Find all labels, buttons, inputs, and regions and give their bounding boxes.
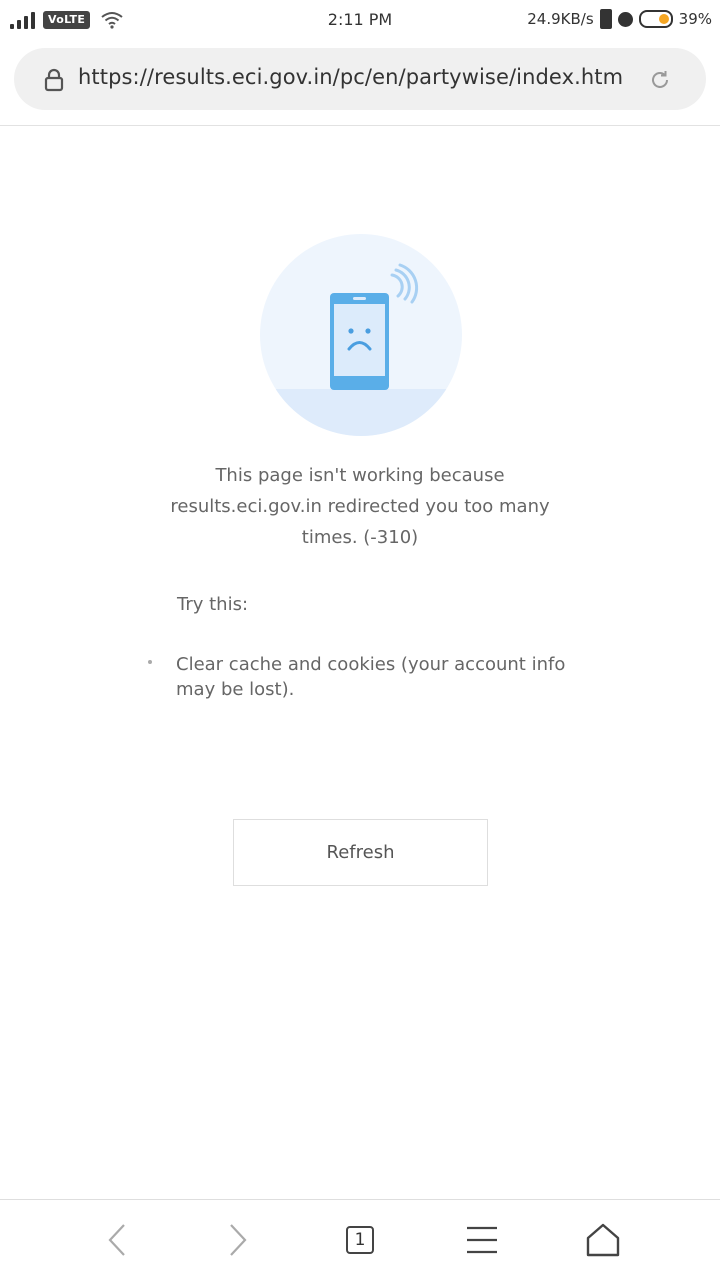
refresh-button[interactable]: Refresh — [233, 819, 488, 886]
home-icon — [586, 1223, 620, 1257]
vibrate-icon — [599, 9, 612, 29]
net-speed: 24.9KB/s — [527, 10, 594, 28]
address-bar[interactable]: https://results.eci.gov.in/pc/en/partywi… — [14, 48, 706, 110]
back-button[interactable] — [95, 1218, 139, 1262]
status-right: 24.9KB/s 39% — [527, 9, 712, 29]
url-text[interactable]: https://results.eci.gov.in/pc/en/partywi… — [78, 65, 623, 89]
status-bar: VoLTE 2:11 PM 24.9KB/s 39% — [0, 0, 720, 42]
forward-button[interactable] — [216, 1218, 260, 1262]
tabs-button[interactable]: 1 — [338, 1218, 382, 1262]
error-message: This page isn't working because results.… — [170, 465, 550, 548]
back-arrow-icon — [108, 1224, 125, 1256]
reload-icon[interactable] — [648, 68, 672, 92]
battery-fill — [658, 14, 669, 24]
bullet-icon — [148, 660, 152, 664]
sad-phone-icon — [260, 234, 462, 436]
lock-icon — [44, 68, 64, 92]
bottom-nav: 1 — [0, 1200, 720, 1280]
divider — [0, 125, 720, 126]
try-this-label: Try this: — [177, 594, 249, 615]
forward-arrow-icon — [230, 1224, 247, 1256]
suggestion-item: Clear cache and cookies (your account in… — [176, 654, 566, 700]
menu-button[interactable] — [460, 1218, 504, 1262]
home-button[interactable] — [581, 1218, 625, 1262]
alarm-icon — [617, 11, 633, 27]
battery-icon — [638, 10, 673, 28]
hamburger-menu-icon — [467, 1226, 497, 1254]
tabs-count: 1 — [346, 1226, 374, 1254]
battery-percent: 39% — [678, 10, 712, 28]
